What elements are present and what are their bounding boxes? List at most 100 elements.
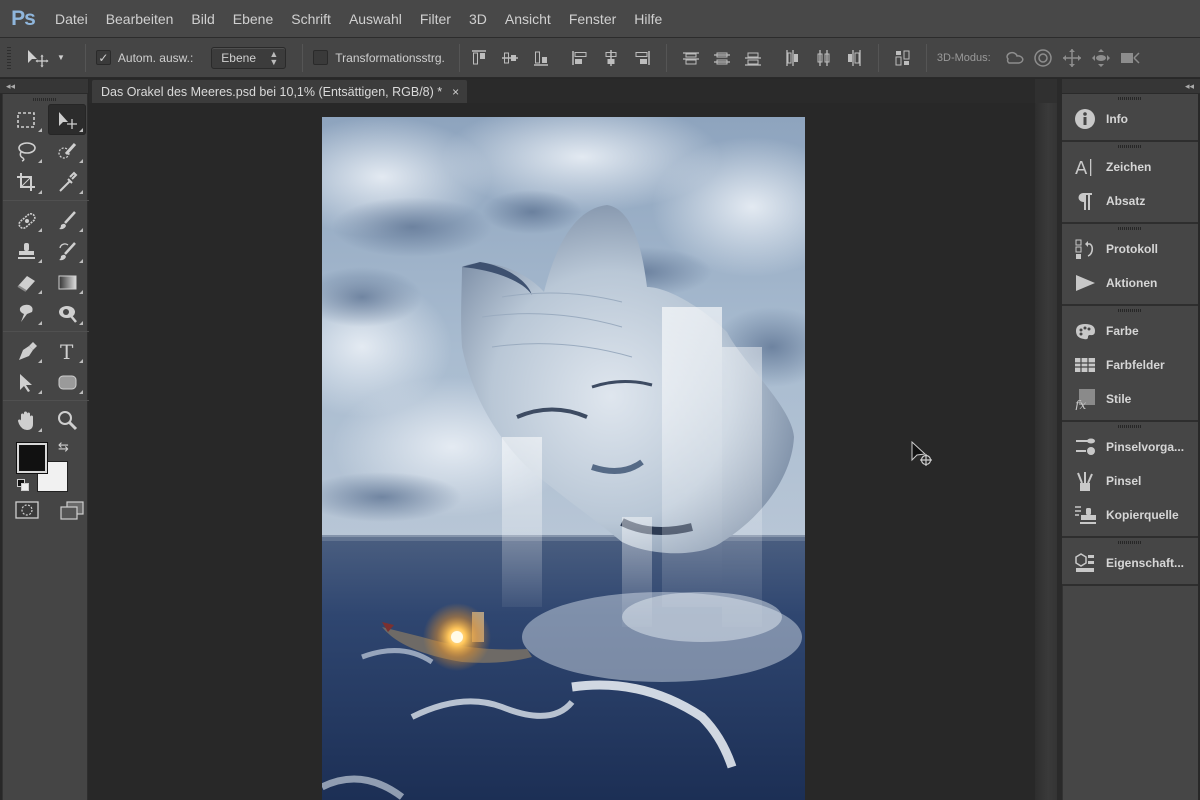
distribute-bottom-edges-icon[interactable]	[744, 49, 762, 67]
gradient-tool[interactable]	[48, 266, 86, 297]
menu-bild[interactable]: Bild	[182, 0, 223, 38]
crop-tool[interactable]	[7, 166, 45, 197]
type-tool[interactable]: T	[48, 335, 86, 366]
align-bottom-edges-icon[interactable]	[532, 49, 550, 67]
pen-tool[interactable]	[7, 335, 45, 366]
path-selection-tool[interactable]	[7, 366, 45, 397]
panel-button-stile[interactable]: fx Stile	[1062, 382, 1198, 416]
transform-controls-checkbox[interactable]	[313, 50, 329, 65]
auto-select-checkbox[interactable]: ✓	[95, 50, 111, 65]
mode-buttons	[3, 501, 87, 521]
align-top-edges-icon[interactable]	[470, 49, 488, 67]
panel-button-farbfelder[interactable]: Farbfelder	[1062, 348, 1198, 382]
preset-dropdown-arrow[interactable]: ▼	[57, 53, 65, 62]
panel-group-grip[interactable]	[1062, 224, 1198, 232]
panel-button-absatz[interactable]: Absatz	[1062, 184, 1198, 218]
close-icon[interactable]: ×	[452, 85, 459, 99]
align-right-edges-icon[interactable]	[633, 49, 651, 67]
history-brush-tool[interactable]	[48, 235, 86, 266]
menu-auswahl[interactable]: Auswahl	[340, 0, 411, 38]
distribute-right-edges-icon[interactable]	[845, 49, 863, 67]
drag-3d-icon[interactable]	[1061, 47, 1083, 69]
zoom-tool[interactable]	[48, 404, 86, 435]
tool-preset-picker[interactable]: ▼	[25, 48, 65, 68]
align-vertical-centers-icon[interactable]	[501, 49, 519, 67]
menu-bearbeiten[interactable]: Bearbeiten	[97, 0, 183, 38]
menu-3d[interactable]: 3D	[460, 0, 496, 38]
foreground-color-swatch[interactable]	[17, 443, 47, 473]
smudge-tool[interactable]	[7, 297, 45, 328]
panel-group-grip[interactable]	[1062, 538, 1198, 546]
eyedropper-tool[interactable]	[48, 166, 86, 197]
panel-button-eigenschaft[interactable]: Eigenschaft...	[1062, 546, 1198, 580]
panel-button-aktionen[interactable]: Aktionen	[1062, 266, 1198, 300]
menu-fenster[interactable]: Fenster	[560, 0, 625, 38]
rectangular-marquee-tool[interactable]	[7, 104, 45, 135]
move-icon	[59, 111, 77, 129]
distribute-top-edges-icon[interactable]	[682, 49, 700, 67]
auto-select-target-dropdown[interactable]: Ebene ▲ ▼	[211, 46, 287, 69]
menu-filter[interactable]: Filter	[411, 0, 460, 38]
lasso-tool[interactable]	[7, 135, 45, 166]
screen-mode-icon[interactable]	[59, 501, 85, 521]
panel-button-pinsel[interactable]: Pinsel	[1062, 464, 1198, 498]
menu-ebene[interactable]: Ebene	[224, 0, 282, 38]
paragraph-icon	[1073, 189, 1097, 213]
flyout-indicator	[79, 190, 83, 194]
swap-colors-icon[interactable]: ⇆	[58, 439, 69, 455]
quick-selection-tool[interactable]	[48, 135, 86, 166]
canvas-area[interactable]	[89, 103, 1035, 800]
align-left-edges-icon[interactable]	[571, 49, 589, 67]
panel-label: Protokoll	[1106, 242, 1159, 256]
document-tab[interactable]: Das Orakel des Meeres.psd bei 10,1% (Ent…	[92, 80, 468, 103]
panel-dock-scrollbar[interactable]	[1035, 103, 1057, 800]
panel-button-zeichen[interactable]: A Zeichen	[1062, 150, 1198, 184]
panel-button-protokoll[interactable]: Protokoll	[1062, 232, 1198, 266]
dodge-icon	[59, 305, 77, 323]
quick-mask-icon[interactable]	[15, 501, 39, 519]
options-bar-grip[interactable]	[7, 46, 11, 69]
distribute-vertical-centers-icon[interactable]	[713, 49, 731, 67]
panel-label: Zeichen	[1106, 160, 1152, 174]
dock-collapse-button[interactable]: ◂◂	[1062, 79, 1200, 94]
menu-hilfe[interactable]: Hilfe	[625, 0, 671, 38]
hand-tool[interactable]	[7, 404, 45, 435]
rotate-3d-icon[interactable]	[1003, 47, 1025, 69]
panel-label: Kopierquelle	[1106, 508, 1179, 522]
panel-group-grip[interactable]	[1062, 422, 1198, 430]
slide-3d-icon[interactable]	[1090, 47, 1112, 69]
panel-button-info[interactable]: Info	[1062, 102, 1198, 136]
panel-label: Info	[1106, 112, 1128, 126]
roll-3d-icon[interactable]	[1032, 47, 1054, 69]
spot-healing-brush-tool[interactable]	[7, 204, 45, 235]
move-tool[interactable]	[48, 104, 86, 135]
menu-datei[interactable]: Datei	[46, 0, 97, 38]
menu-ansicht[interactable]: Ansicht	[496, 0, 560, 38]
rounded-rectangle-tool[interactable]	[48, 366, 86, 397]
scale-3d-camera-icon[interactable]	[1119, 47, 1141, 69]
panel-group-grip[interactable]	[1062, 94, 1198, 102]
panel-group-grip[interactable]	[1062, 306, 1198, 314]
panel-button-kopierquelle[interactable]: Kopierquelle	[1062, 498, 1198, 532]
panel-button-farbe[interactable]: Farbe	[1062, 314, 1198, 348]
panel-button-pinselvorga[interactable]: Pinselvorga...	[1062, 430, 1198, 464]
brush-tool[interactable]	[48, 204, 86, 235]
toolbox-collapse-button[interactable]: ◂◂	[0, 79, 88, 94]
distribute-left-edges-icon[interactable]	[783, 49, 801, 67]
auto-align-layers-icon[interactable]	[894, 49, 912, 67]
panel-group-grip[interactable]	[1062, 142, 1198, 150]
rectangular-marquee-icon	[17, 111, 35, 128]
toolbox-grip[interactable]	[3, 94, 87, 104]
eraser-tool[interactable]	[7, 266, 45, 297]
default-colors-icon[interactable]	[17, 479, 29, 491]
smudge-icon	[19, 304, 33, 322]
align-horizontal-centers-icon[interactable]	[602, 49, 620, 67]
panel-group: Protokoll Aktionen	[1062, 224, 1198, 306]
tool-divider	[3, 400, 90, 401]
transform-controls-label: Transformationsstrg.	[335, 50, 445, 65]
dodge-tool[interactable]	[48, 297, 86, 328]
clone-stamp-tool[interactable]	[7, 235, 45, 266]
menu-schrift[interactable]: Schrift	[282, 0, 340, 38]
distribute-horizontal-centers-icon[interactable]	[814, 49, 832, 67]
document-canvas[interactable]	[322, 117, 805, 800]
